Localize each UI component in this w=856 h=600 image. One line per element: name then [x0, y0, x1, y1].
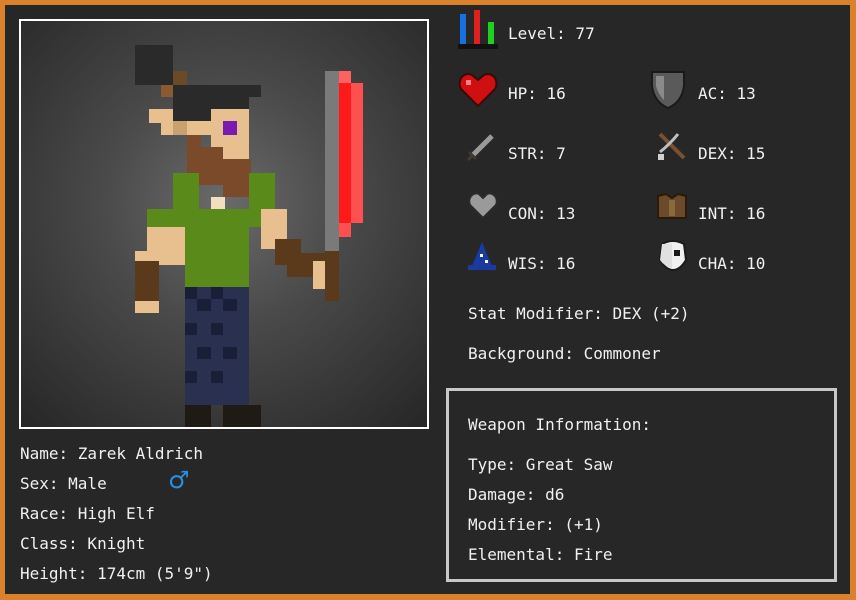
- heart-icon: [458, 72, 498, 112]
- weapon-info-box: Weapon Information: Type: Great Saw Dama…: [446, 388, 837, 582]
- int-stat: INT: 16: [698, 204, 766, 223]
- sword-icon: [466, 132, 496, 166]
- hp-stat: HP: 16: [508, 84, 566, 103]
- wis-stat: WIS: 16: [508, 254, 576, 273]
- character-portrait: [19, 19, 429, 429]
- cha-stat: CHA: 10: [698, 254, 766, 273]
- weapon-type: Type: Great Saw: [468, 455, 613, 474]
- dex-stat: DEX: 15: [698, 144, 766, 163]
- background-info: Background: Commoner: [468, 344, 661, 363]
- character-height: Height: 174cm (5'9"): [20, 564, 213, 583]
- crossbow-icon: [656, 130, 688, 166]
- weapon-modifier: Modifier: (+1): [468, 515, 603, 534]
- weapon-elemental: Elemental: Fire: [468, 545, 613, 564]
- level-stat: Level: 77: [508, 24, 595, 43]
- shield-icon: [650, 70, 686, 114]
- ac-stat: AC: 13: [698, 84, 756, 103]
- character-sex: Sex: Male: [20, 474, 107, 493]
- con-stat: CON: 13: [508, 204, 576, 223]
- str-stat: STR: 7: [508, 144, 566, 163]
- male-symbol-icon: ♂: [168, 466, 190, 494]
- weapon-damage: Damage: d6: [468, 485, 565, 504]
- character-name: Name: Zarek Aldrich: [20, 444, 204, 463]
- weapon-heading: Weapon Information:: [468, 415, 652, 434]
- character-class: Class: Knight: [20, 534, 146, 553]
- skull-mask-icon: [658, 240, 688, 276]
- armor-icon: [656, 192, 688, 226]
- gray-heart-icon: [468, 192, 498, 224]
- stat-modifier: Stat Modifier: DEX (+2): [468, 304, 690, 323]
- level-bars-icon: [458, 10, 498, 54]
- wizard-hat-icon: [466, 240, 498, 276]
- character-race: Race: High Elf: [20, 504, 155, 523]
- knight-sprite: [135, 45, 363, 427]
